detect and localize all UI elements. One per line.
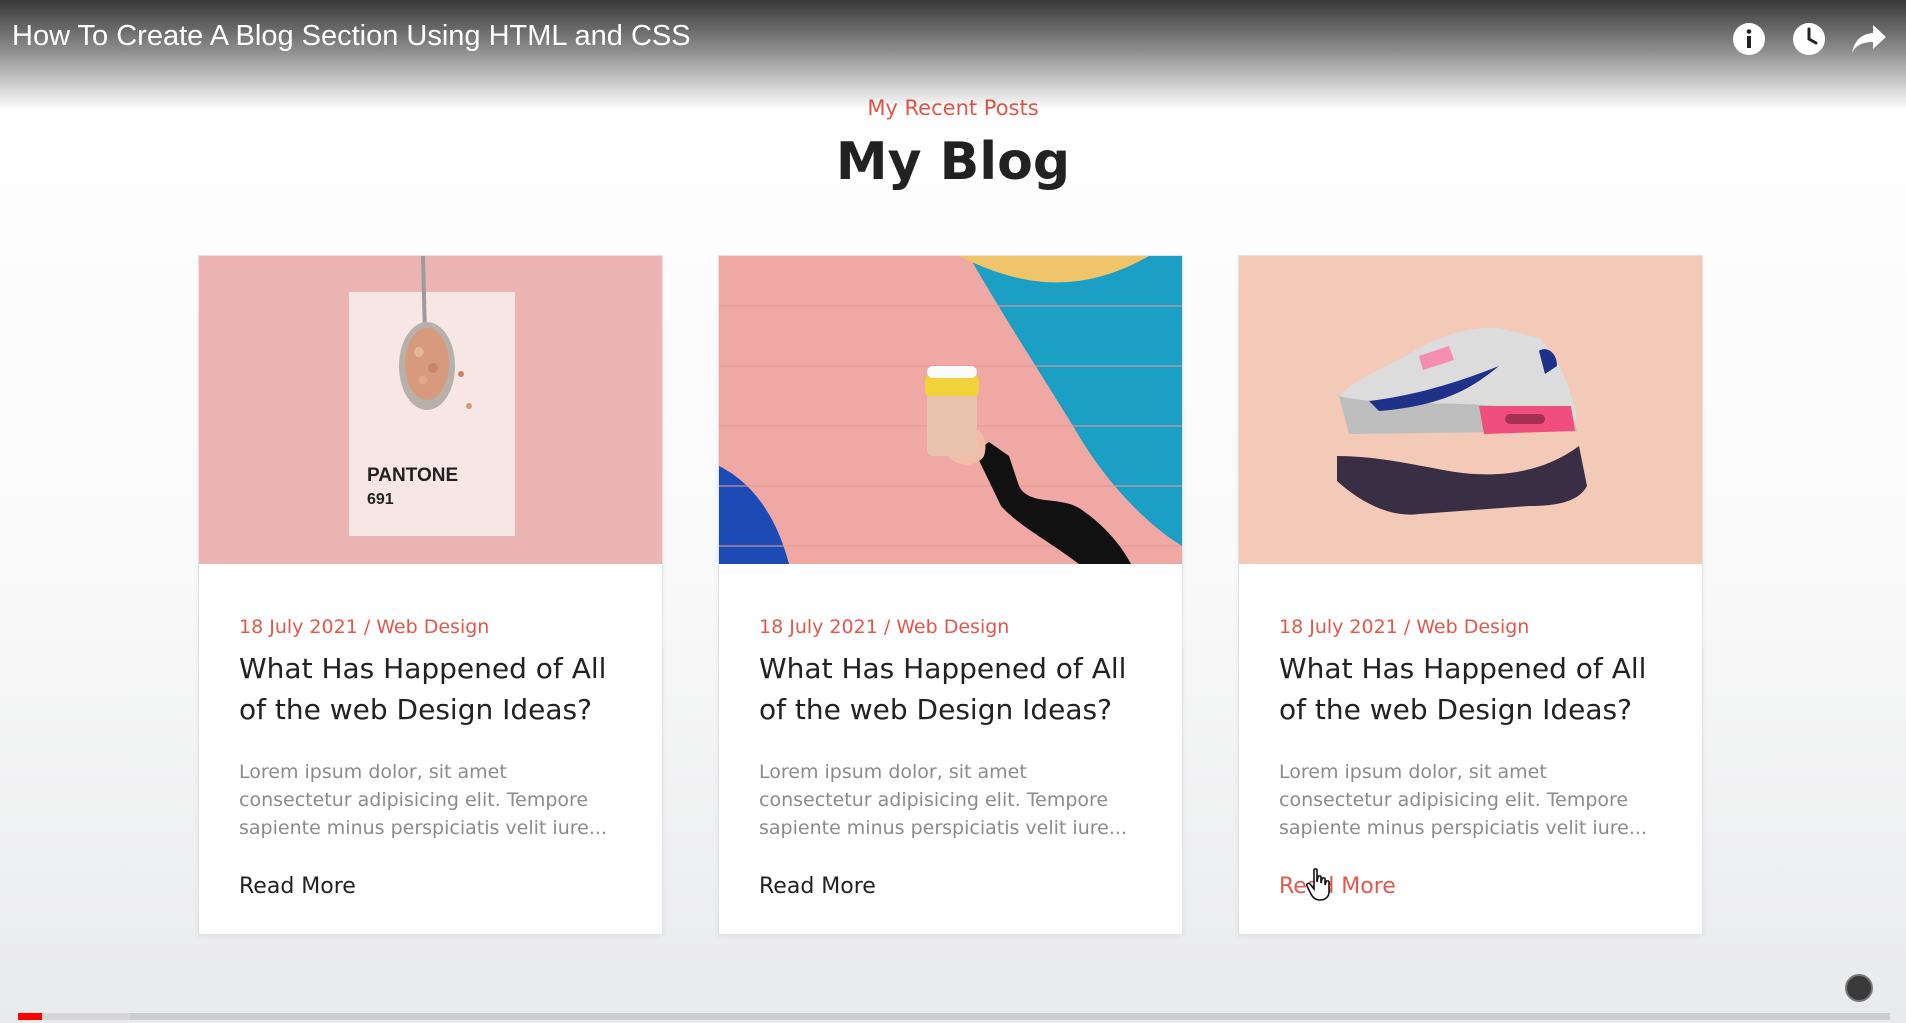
post-title[interactable]: What Has Happened of All of the web Desi…	[239, 648, 622, 730]
read-more-link[interactable]: Read More	[759, 874, 876, 899]
pantone-label: PANTONE	[367, 465, 458, 486]
info-icon[interactable]	[1730, 20, 1768, 58]
post-excerpt: Lorem ipsum dolor, sit amet consectetur …	[1279, 761, 1647, 839]
post-meta: 18 July 2021 / Web Design	[239, 616, 490, 638]
hand-pointer-cursor-icon	[1305, 868, 1332, 907]
read-more-link[interactable]: Read More	[239, 874, 356, 899]
video-title[interactable]: How To Create A Blog Section Using HTML …	[12, 20, 691, 53]
video-player[interactable]: How To Create A Blog Section Using HTML …	[0, 0, 1906, 1023]
share-arrow-icon[interactable]	[1850, 20, 1888, 58]
section-title: My Blog	[835, 132, 1071, 192]
post-image-coffee	[719, 256, 1182, 564]
post-meta: 18 July 2021 / Web Design	[1279, 616, 1530, 638]
watch-later-clock-icon[interactable]	[1790, 20, 1828, 58]
post-image-pantone: PANTONE 691	[199, 256, 662, 564]
post-excerpt: Lorem ipsum dolor, sit amet consectetur …	[759, 761, 1127, 839]
blog-card: 18 July 2021 / Web Design What Has Happe…	[1238, 255, 1703, 935]
blog-cards: PANTONE 691 18 July 2021 / Web Design Wh…	[198, 255, 1703, 935]
blog-card: PANTONE 691 18 July 2021 / Web Design Wh…	[198, 255, 663, 935]
top-overlay	[0, 0, 1906, 110]
post-excerpt: Lorem ipsum dolor, sit amet consectetur …	[239, 761, 607, 839]
top-controls	[1730, 20, 1888, 58]
played-bar	[18, 1013, 43, 1020]
channel-watermark-icon[interactable]	[1845, 974, 1873, 1002]
post-title[interactable]: What Has Happened of All of the web Desi…	[759, 648, 1142, 730]
pantone-number: 691	[367, 491, 394, 508]
post-title[interactable]: What Has Happened of All of the web Desi…	[1279, 648, 1662, 730]
blog-card: 18 July 2021 / Web Design What Has Happe…	[718, 255, 1183, 935]
post-meta: 18 July 2021 / Web Design	[759, 616, 1010, 638]
progress-bar[interactable]	[18, 1013, 1890, 1020]
post-image-sneaker	[1239, 256, 1702, 564]
read-more-link[interactable]: Read More	[1279, 874, 1396, 899]
